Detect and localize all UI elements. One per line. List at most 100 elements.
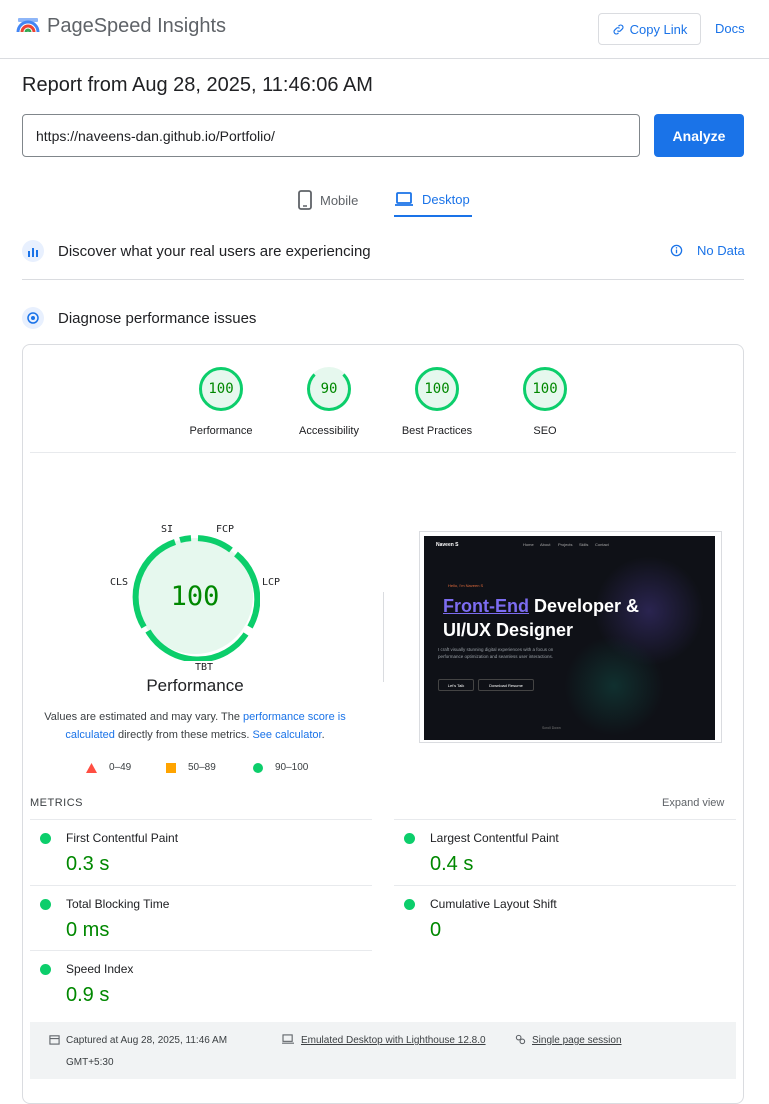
metric-si-name: Speed Index [66, 962, 134, 976]
analyze-button[interactable]: Analyze [654, 114, 744, 157]
gauge-segment-si [179, 535, 192, 543]
score-best-practices-label: Best Practices [401, 425, 473, 437]
metrics-row-line [394, 819, 736, 820]
average-square-icon [166, 762, 176, 773]
real-users-section: Discover what your real users are experi… [22, 240, 744, 262]
link-icon [613, 24, 624, 34]
legend-pass-label: 90–100 [275, 762, 309, 773]
metrics-row-line [30, 950, 372, 951]
score-accessibility-value: 90 [307, 367, 351, 411]
tab-mobile-label: Mobile [320, 192, 359, 208]
note-text-1: Values are estimated and may vary. The [44, 711, 243, 723]
metric-lcp-value: 0.4 s [430, 853, 474, 875]
metrics-header: METRICS [30, 797, 83, 809]
legend-fail-label: 0–49 [109, 762, 132, 773]
score-performance-value: 100 [199, 367, 243, 411]
copy-link-button[interactable]: Copy Link [598, 13, 701, 45]
mobile-phone-icon [298, 190, 312, 210]
metric-fcp-value: 0.3 s [66, 853, 110, 875]
metric-cls-value: 0 [430, 919, 442, 941]
session-icon [515, 1034, 526, 1045]
legend-fail: 0–49 [86, 762, 131, 773]
metric-fcp-name: First Contentful Paint [66, 831, 179, 845]
screenshot-lets-talk: Let's Talk [438, 679, 474, 691]
screenshot-download-resume: Download Resume [478, 679, 534, 691]
screenshot-eyebrow: Hello, I'm Naveen S [448, 583, 484, 588]
desktop-icon [282, 1034, 294, 1044]
performance-gauge-label: Performance [146, 676, 244, 695]
pass-dot-icon [40, 899, 51, 910]
real-users-title: Discover what your real users are experi… [58, 242, 371, 260]
score-best-practices[interactable]: 100 Best Practices [397, 367, 477, 437]
session-type-label[interactable]: Single page session [532, 1034, 622, 1048]
gauge-label-si: SI [161, 524, 174, 535]
expand-view-button[interactable]: Expand view [662, 797, 724, 809]
copy-link-label: Copy Link [629, 21, 688, 37]
screenshot-desc: I craft visually stunning digital experi… [438, 647, 554, 659]
legend-average-label: 50–89 [188, 762, 216, 773]
metric-tbt-value: 0 ms [66, 919, 110, 941]
docs-link[interactable]: Docs [715, 21, 745, 36]
emulated-device: Emulated Desktop with Lighthouse 12.8.0 [282, 1034, 486, 1048]
calendar-icon [49, 1035, 60, 1045]
screenshot-nav-home: Home [523, 542, 534, 547]
screenshot-nav-projects: Projects [558, 542, 573, 547]
pass-dot-icon [40, 964, 51, 975]
lab-diagnostics-icon [22, 307, 44, 329]
metric-tbt-name: Total Blocking Time [66, 897, 170, 911]
score-accessibility-label: Accessibility [299, 425, 359, 437]
metric-cls-name: Cumulative Layout Shift [430, 897, 557, 911]
screenshot-scroll-down: Scroll Down [542, 726, 561, 730]
final-screenshot[interactable]: Naveen S Home About Projects Skills Cont… [424, 536, 715, 740]
captured-tz: GMT+5:30 [66, 1057, 114, 1068]
tab-mobile[interactable]: Mobile [298, 183, 358, 217]
screenshot-brand: Naveen S [436, 542, 459, 548]
pass-dot-icon [404, 833, 415, 844]
screenshot-headline-accent: Front-End [443, 596, 529, 616]
gauge-divider [383, 592, 384, 682]
gauge-label-lcp: LCP [262, 577, 281, 588]
users-chart-icon [22, 240, 44, 262]
screenshot-nav-contact: Contact [595, 542, 609, 547]
performance-gauge: 100 [132, 535, 260, 661]
metrics-row-line [394, 885, 736, 886]
section-divider [22, 279, 744, 280]
captured-at: Captured at Aug 28, 2025, 11:46 AM GMT+5… [49, 1034, 227, 1070]
laptop-icon [395, 192, 413, 206]
top-bar: PageSpeed Insights Copy Link Docs [0, 0, 769, 59]
see-calculator-link[interactable]: See calculator [252, 729, 321, 741]
score-best-practices-value: 100 [415, 367, 459, 411]
score-performance-label: Performance [189, 425, 253, 437]
info-icon [670, 244, 683, 257]
legend-average: 50–89 [166, 762, 216, 773]
metrics-row-line [30, 819, 372, 820]
screenshot-glow-2 [564, 636, 664, 736]
emulated-device-label[interactable]: Emulated Desktop with Lighthouse 12.8.0 [301, 1034, 486, 1048]
pagespeed-logo-icon[interactable] [16, 16, 40, 40]
gauge-label-tbt: TBT [195, 662, 214, 673]
score-performance[interactable]: 100 Performance [181, 367, 261, 437]
tab-desktop-label: Desktop [422, 191, 470, 207]
screenshot-headline-rest1: Developer & [528, 596, 640, 616]
no-data-link[interactable]: No Data [670, 243, 745, 258]
score-seo-value: 100 [523, 367, 567, 411]
screenshot-headline-rest2: UI/UX Designer [443, 620, 574, 640]
no-data-label: No Data [697, 243, 745, 258]
metric-si-value: 0.9 s [66, 984, 110, 1006]
url-input[interactable] [22, 114, 640, 157]
score-seo-label: SEO [533, 425, 557, 437]
score-seo[interactable]: 100 SEO [505, 367, 585, 437]
score-accessibility[interactable]: 90 Accessibility [289, 367, 369, 437]
diagnose-section: Diagnose performance issues [22, 307, 744, 329]
estimate-note: Values are estimated and may vary. The p… [30, 708, 360, 744]
captured-at-label: Captured at Aug 28, 2025, 11:46 AM [66, 1035, 228, 1046]
pass-circle-icon [253, 762, 263, 773]
gauge-label-cls: CLS [110, 577, 129, 588]
tab-desktop[interactable]: Desktop [394, 183, 472, 217]
session-type: Single page session [515, 1034, 622, 1048]
app-title[interactable]: PageSpeed Insights [47, 15, 226, 38]
performance-gauge-score: 100 [171, 581, 220, 612]
fail-triangle-icon [86, 762, 97, 773]
report-title: Report from Aug 28, 2025, 11:46:06 AM [22, 74, 373, 96]
pass-dot-icon [40, 833, 51, 844]
